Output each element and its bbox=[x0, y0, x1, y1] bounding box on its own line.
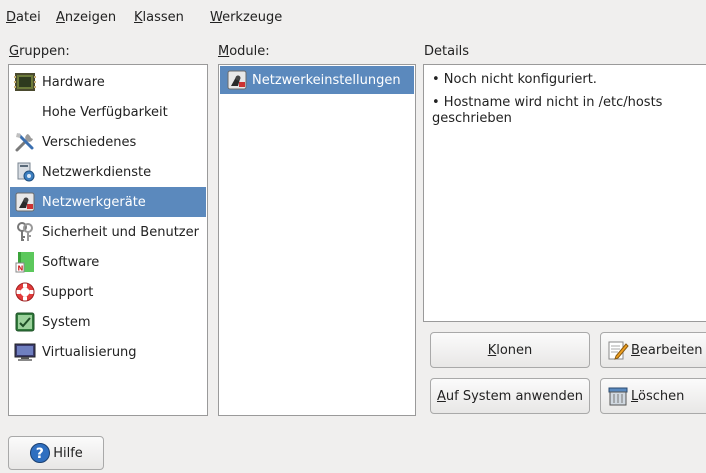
details-label: Details bbox=[424, 44, 470, 59]
group-item-software[interactable]: N Software bbox=[10, 247, 206, 277]
group-item-verschiedenes[interactable]: Verschiedenes bbox=[10, 127, 206, 157]
group-label: Hohe Verfügbarkeit bbox=[42, 104, 168, 120]
edit-button-label: Bearbeiten bbox=[631, 342, 703, 358]
group-item-virtualisierung[interactable]: Virtualisierung bbox=[10, 337, 206, 367]
svg-text:?: ? bbox=[36, 446, 44, 462]
tools-icon bbox=[15, 133, 34, 152]
group-label: System bbox=[42, 314, 91, 330]
groups-label: Gruppen: bbox=[9, 44, 70, 59]
delete-button-label: Löschen bbox=[631, 388, 685, 404]
blank-icon bbox=[14, 101, 36, 123]
edit-icon bbox=[608, 341, 629, 360]
module-label: Netzwerkeinstellungen bbox=[252, 72, 401, 88]
network-services-icon bbox=[17, 162, 35, 182]
apply-to-system-button[interactable]: Auf System anwenden bbox=[430, 378, 590, 414]
groups-list[interactable]: Hardware Hohe Verfügbarkeit Verschiedene… bbox=[8, 64, 208, 416]
network-card-icon bbox=[15, 192, 35, 212]
group-item-support[interactable]: Support bbox=[10, 277, 206, 307]
menu-werkzeuge[interactable]: Werkzeuge bbox=[210, 10, 282, 25]
group-item-hardware[interactable]: Hardware bbox=[10, 67, 206, 97]
modules-label: Module: bbox=[218, 44, 270, 59]
group-label: Netzwerkgeräte bbox=[42, 194, 146, 210]
menu-klassen[interactable]: Klassen bbox=[134, 10, 184, 25]
clone-button-label: Klonen bbox=[487, 342, 533, 358]
modules-list[interactable]: Netzwerkeinstellungen bbox=[218, 64, 416, 416]
network-card-icon bbox=[227, 70, 247, 90]
group-label: Hardware bbox=[42, 74, 105, 90]
edit-button[interactable]: Bearbeiten bbox=[600, 332, 706, 368]
menu-datei[interactable]: Datei bbox=[6, 10, 41, 25]
help-button-label: Hilfe bbox=[53, 445, 83, 461]
group-item-sicherheit[interactable]: Sicherheit und Benutzer bbox=[10, 217, 206, 247]
group-label: Verschiedenes bbox=[42, 134, 137, 150]
group-item-netzwerkgeraete[interactable]: Netzwerkgeräte bbox=[10, 187, 206, 217]
group-label: Sicherheit und Benutzer bbox=[42, 224, 199, 240]
hardware-icon bbox=[14, 73, 36, 91]
monitor-icon bbox=[14, 343, 36, 361]
software-icon: N bbox=[15, 252, 34, 273]
lifebuoy-icon bbox=[15, 282, 35, 302]
clone-button[interactable]: Klonen bbox=[430, 332, 590, 368]
group-label: Support bbox=[42, 284, 94, 300]
details-panel: • Noch nicht konfiguriert. • Hostname wi… bbox=[423, 64, 706, 322]
group-item-system[interactable]: System bbox=[10, 307, 206, 337]
menu-bar: Datei Anzeigen Klassen Werkzeuge bbox=[0, 0, 706, 30]
menu-anzeigen[interactable]: Anzeigen bbox=[56, 10, 116, 25]
detail-line: • Noch nicht konfiguriert. bbox=[432, 72, 597, 87]
trash-icon bbox=[608, 387, 628, 406]
svg-text:N: N bbox=[18, 265, 24, 273]
help-button[interactable]: ? Hilfe bbox=[8, 436, 104, 470]
detail-line: • Hostname wird nicht in /etc/hosts gesc… bbox=[432, 95, 663, 126]
group-item-hohe-verfuegbarkeit[interactable]: Hohe Verfügbarkeit bbox=[10, 97, 206, 127]
security-keys-icon bbox=[17, 222, 33, 241]
group-label: Netzwerkdienste bbox=[42, 164, 152, 180]
module-item-netzwerkeinstellungen[interactable]: Netzwerkeinstellungen bbox=[220, 66, 414, 94]
group-label: Virtualisierung bbox=[42, 344, 137, 360]
delete-button[interactable]: Löschen bbox=[600, 378, 706, 414]
apply-to-system-button-label: Auf System anwenden bbox=[436, 388, 584, 404]
group-label: Software bbox=[42, 254, 100, 270]
help-icon: ? bbox=[30, 443, 51, 463]
system-icon bbox=[15, 312, 35, 332]
group-item-netzwerkdienste[interactable]: Netzwerkdienste bbox=[10, 157, 206, 187]
